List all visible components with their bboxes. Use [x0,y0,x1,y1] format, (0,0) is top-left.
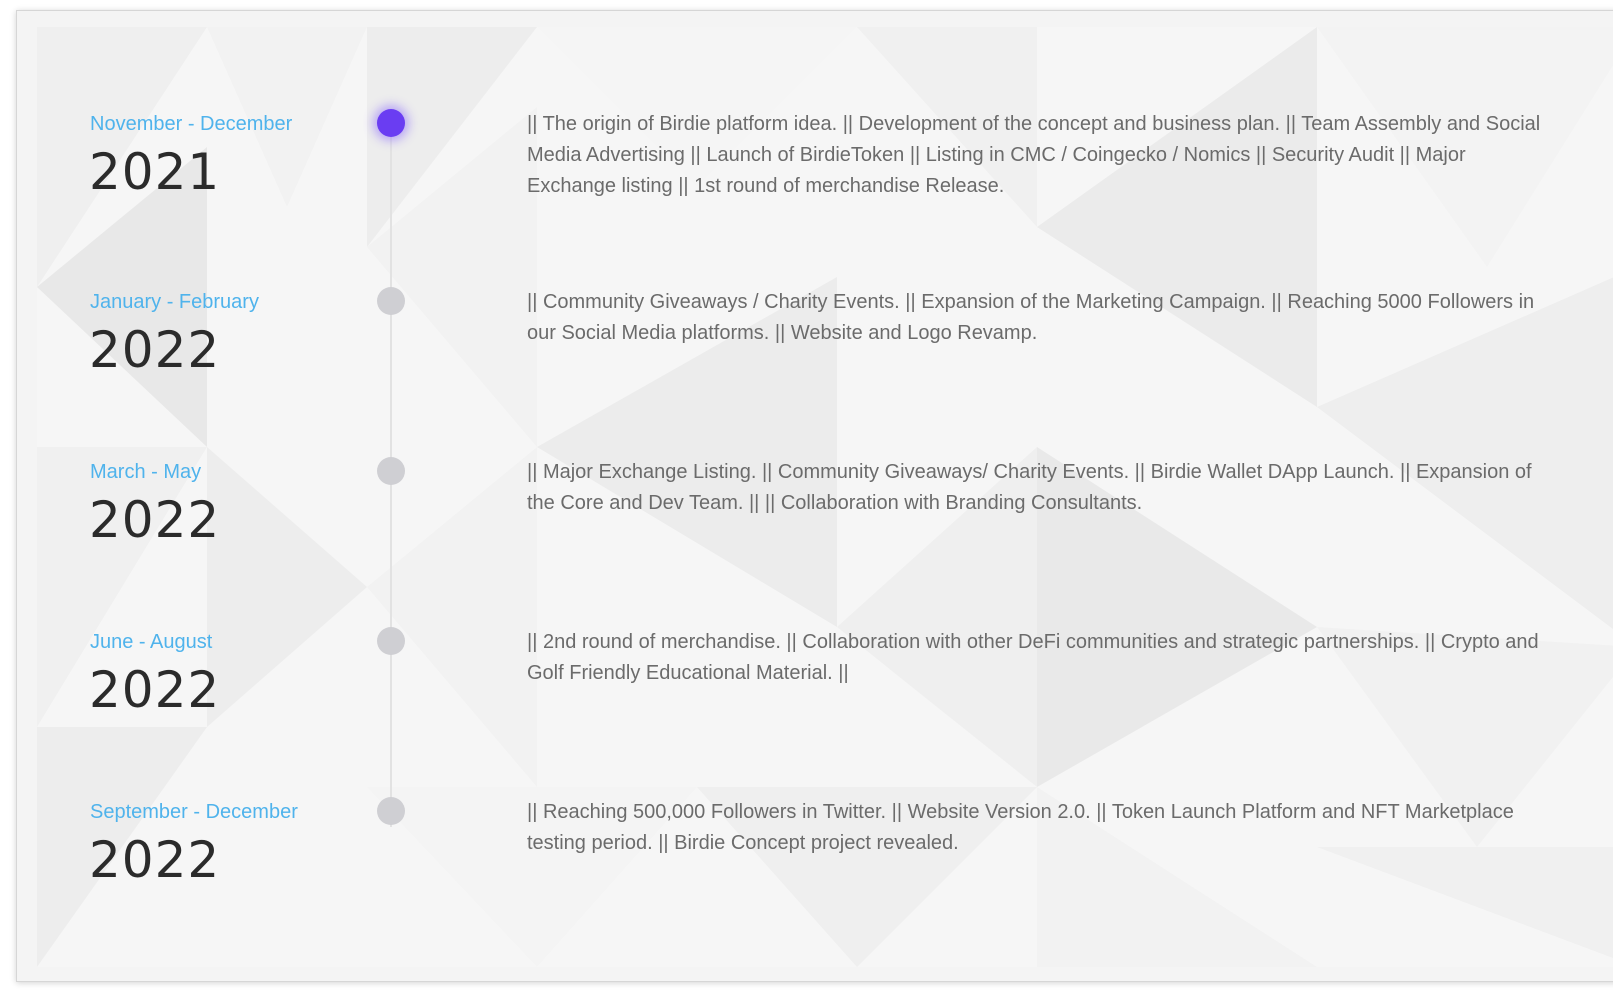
timeline-entry: September - December 2022 || Reaching 50… [37,797,1613,967]
year-label: 2021 [89,143,221,201]
milestone-description: || 2nd round of merchandise. || Collabor… [527,631,1539,684]
year-label: 2022 [89,321,221,379]
milestone-description: || Community Giveaways / Charity Events.… [527,291,1535,344]
period-label: June - August [90,631,213,653]
roadmap-frame: November - December 2021 || The origin o… [16,10,1613,982]
period-label: January - February [90,291,259,313]
timeline-entry: March - May 2022 || Major Exchange Listi… [37,457,1613,631]
timeline-entry: January - February 2022 || Community Giv… [37,287,1613,461]
active-milestone-dot-icon [377,109,405,137]
timeline-entry: June - August 2022 || 2nd round of merch… [37,627,1613,801]
period-label: September - December [90,801,298,823]
period-label: November - December [90,113,293,135]
milestone-description: || The origin of Birdie platform idea. |… [527,113,1541,197]
period-label: March - May [90,461,202,483]
timeline-entry: November - December 2021 || The origin o… [37,109,1613,283]
year-label: 2022 [89,831,221,889]
milestone-dot-icon [377,627,405,655]
milestone-description: || Reaching 500,000 Followers in Twitter… [527,801,1514,854]
milestone-dot-icon [377,287,405,315]
milestone-dot-icon [377,797,405,825]
year-label: 2022 [89,491,221,549]
milestone-dot-icon [377,457,405,485]
milestone-description: || Major Exchange Listing. || Community … [527,461,1532,514]
year-label: 2022 [89,661,221,719]
roadmap-panel: November - December 2021 || The origin o… [37,27,1613,967]
